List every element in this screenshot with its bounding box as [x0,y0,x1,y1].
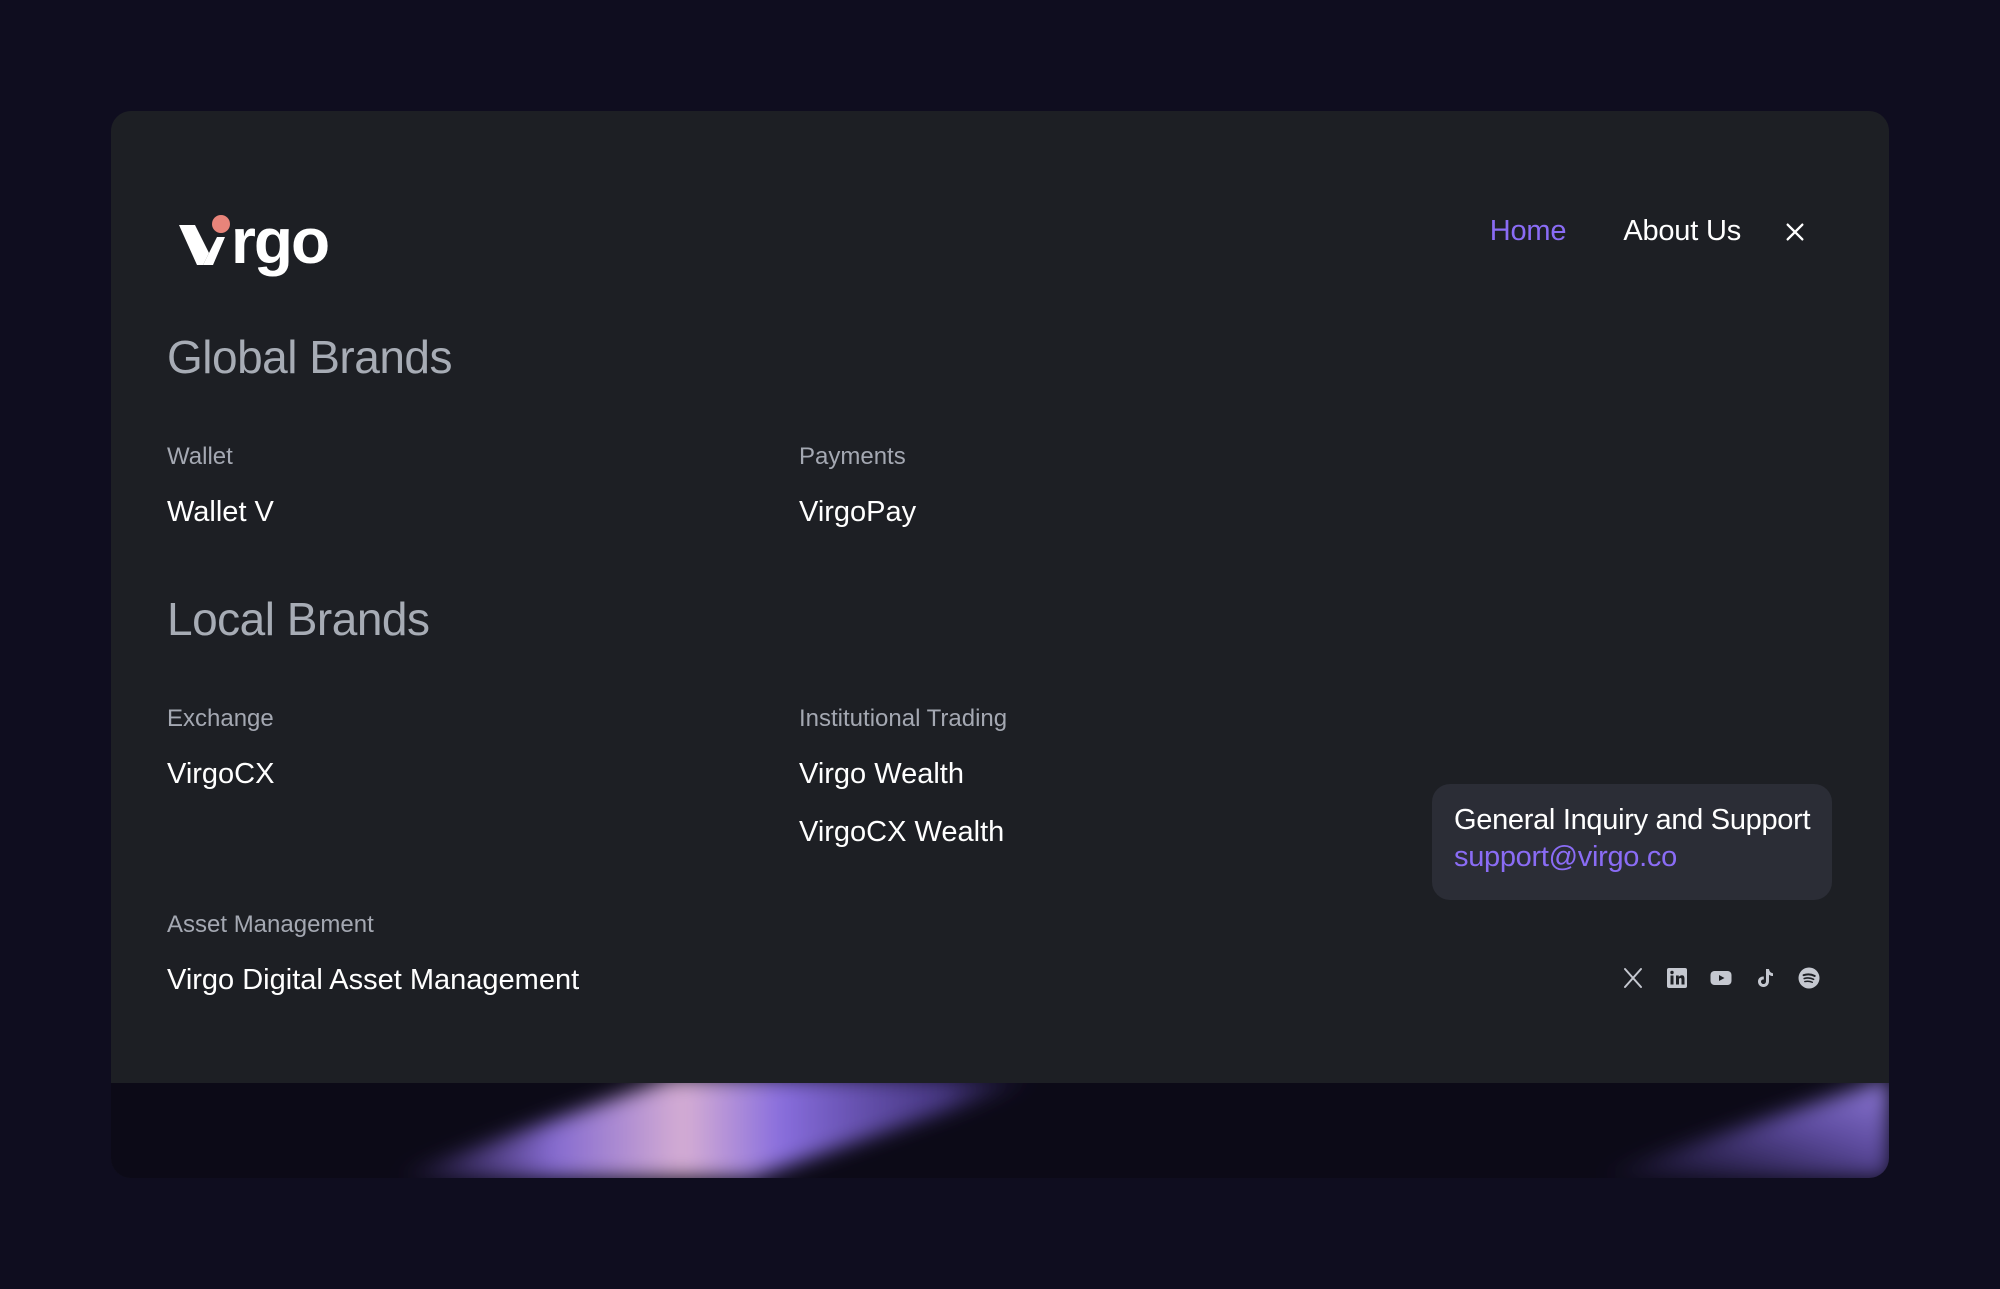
youtube-icon [1710,971,1732,985]
close-button[interactable] [1783,220,1807,244]
top-nav: Home About Us [1490,215,1807,248]
navigation-menu-panel: rgo Home About Us Global Brands Wallet W… [111,111,1889,1178]
tiktok-link[interactable] [1752,965,1778,991]
virgopay-link[interactable]: VirgoPay [799,496,916,529]
global-brands-title: Global Brands [167,331,453,383]
linkedin-link[interactable] [1664,965,1690,991]
linkedin-icon [1667,968,1687,988]
virgocx-link[interactable]: VirgoCX [167,758,274,791]
virgo-wealth-link[interactable]: Virgo Wealth [799,758,964,791]
tiktok-icon [1758,969,1773,987]
virgo-logo-mark: rgo [179,205,330,277]
nav-about-us-link[interactable]: About Us [1623,215,1741,248]
svg-text:rgo: rgo [231,205,328,277]
footer-gradient-band [111,1083,1889,1178]
virgocx-wealth-link[interactable]: VirgoCX Wealth [799,816,1004,849]
exchange-label: Exchange [167,705,274,732]
gradient-streak-decoration [391,1083,1889,1178]
x-icon [1624,968,1642,988]
virgo-digital-asset-management-link[interactable]: Virgo Digital Asset Management [167,964,579,997]
institutional-trading-label: Institutional Trading [799,705,1008,732]
spotify-link[interactable] [1796,965,1822,991]
close-icon [1786,222,1804,241]
x-link[interactable] [1620,965,1646,991]
social-links [1620,965,1840,991]
spotify-icon [1798,967,1820,989]
support-email-link[interactable]: support@virgo.co [1454,841,1810,874]
support-title: General Inquiry and Support [1454,804,1811,836]
support-box: General Inquiry and Support support@virg… [1432,784,1832,900]
payments-label: Payments [799,443,906,470]
asset-management-label: Asset Management [167,911,374,938]
local-brands-title: Local Brands [167,593,430,645]
nav-home-link[interactable]: Home [1490,215,1567,248]
virgo-logo[interactable]: rgo [175,199,375,279]
youtube-link[interactable] [1708,965,1734,991]
wallet-label: Wallet [167,443,233,470]
wallet-v-link[interactable]: Wallet V [167,496,274,529]
